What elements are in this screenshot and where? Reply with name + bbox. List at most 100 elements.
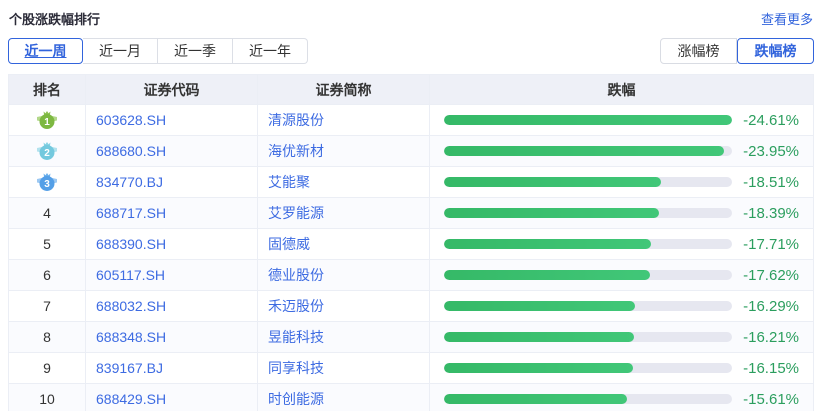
table-row: 6605117.SH德业股份 -17.62% — [9, 260, 814, 291]
change-bar-fill — [444, 208, 659, 218]
change-bar-track — [444, 208, 732, 218]
change-cell: -18.39% — [430, 198, 814, 229]
col-header-name: 证券简称 — [258, 75, 430, 105]
table-row: 10688429.SH时创能源 -15.61% — [9, 384, 814, 411]
change-cell: -17.62% — [430, 260, 814, 291]
stock-code-link[interactable]: 688429.SH — [86, 384, 258, 411]
stock-code-link[interactable]: 688348.SH — [86, 322, 258, 353]
change-percent: -16.15% — [732, 360, 799, 377]
stock-code-link[interactable]: 688717.SH — [86, 198, 258, 229]
rank-cell: 10 — [9, 384, 86, 411]
svg-text:3: 3 — [44, 179, 50, 190]
change-bar-fill — [444, 115, 732, 125]
change-percent: -24.61% — [732, 112, 799, 129]
stock-code-link[interactable]: 688032.SH — [86, 291, 258, 322]
rank-cell: 2 — [9, 136, 86, 167]
stock-code-link[interactable]: 605117.SH — [86, 260, 258, 291]
table-row: 4688717.SH艾罗能源-18.39% — [9, 198, 814, 229]
table-row: 3 834770.BJ艾能聚 -18.51% — [9, 167, 814, 198]
panel-header: 个股涨跌幅排行 查看更多 — [0, 0, 822, 28]
board-tab-0[interactable]: 涨幅榜 — [660, 38, 737, 64]
rank-cell: 3 — [9, 167, 86, 198]
ranking-table: 排名 证券代码 证券简称 跌幅 1603628.SH清源股份-24.61%268… — [8, 74, 814, 411]
stock-name-link[interactable]: 同享科技 — [258, 353, 430, 384]
period-tab-1[interactable]: 近一月 — [83, 38, 158, 64]
change-percent: -16.29% — [732, 298, 799, 315]
rank-cell: 7 — [9, 291, 86, 322]
change-cell: -17.71% — [430, 229, 814, 260]
change-bar-track — [444, 177, 732, 187]
change-percent: -17.71% — [732, 236, 799, 253]
change-bar-fill — [444, 394, 627, 404]
rank-cell: 1 — [9, 105, 86, 136]
change-bar-track — [444, 363, 732, 373]
change-bar-fill — [444, 177, 661, 187]
period-tab-0[interactable]: 近一周 — [8, 38, 83, 64]
period-tab-2[interactable]: 近一季 — [158, 38, 233, 64]
change-bar-fill — [444, 301, 635, 311]
col-header-code: 证券代码 — [86, 75, 258, 105]
change-bar-fill — [444, 270, 650, 280]
change-percent: -17.62% — [732, 267, 799, 284]
change-cell: -23.95% — [430, 136, 814, 167]
change-percent: -23.95% — [732, 143, 799, 160]
stock-code-link[interactable]: 688390.SH — [86, 229, 258, 260]
toolbar: 近一周近一月近一季近一年 涨幅榜跌幅榜 — [0, 38, 822, 64]
stock-name-link[interactable]: 艾罗能源 — [258, 198, 430, 229]
change-percent: -18.51% — [732, 174, 799, 191]
rank-cell: 9 — [9, 353, 86, 384]
view-more-link[interactable]: 查看更多 — [761, 9, 813, 28]
svg-text:1: 1 — [44, 117, 50, 128]
stock-name-link[interactable]: 艾能聚 — [258, 167, 430, 198]
change-bar-fill — [444, 332, 634, 342]
board-tab-1[interactable]: 跌幅榜 — [737, 38, 814, 64]
change-percent: -15.61% — [732, 391, 799, 408]
stock-name-link[interactable]: 固德威 — [258, 229, 430, 260]
change-bar-track — [444, 270, 732, 280]
change-cell: -15.61% — [430, 384, 814, 411]
period-tabs: 近一周近一月近一季近一年 — [8, 38, 308, 64]
stock-name-link[interactable]: 德业股份 — [258, 260, 430, 291]
stock-name-link[interactable]: 昱能科技 — [258, 322, 430, 353]
stock-code-link[interactable]: 688680.SH — [86, 136, 258, 167]
rank-medal-icon: 3 — [36, 172, 58, 192]
stock-code-link[interactable]: 839167.BJ — [86, 353, 258, 384]
table-row: 9839167.BJ同享科技 -16.15% — [9, 353, 814, 384]
change-bar-track — [444, 115, 732, 125]
change-bar-fill — [444, 239, 651, 249]
stock-name-link[interactable]: 清源股份 — [258, 105, 430, 136]
change-bar-track — [444, 239, 732, 249]
change-bar-track — [444, 332, 732, 342]
stock-ranking-panel: 个股涨跌幅排行 查看更多 近一周近一月近一季近一年 涨幅榜跌幅榜 排名 证券代码… — [0, 0, 822, 411]
stock-name-link[interactable]: 海优新材 — [258, 136, 430, 167]
stock-name-link[interactable]: 禾迈股份 — [258, 291, 430, 322]
table-row: 1 603628.SH清源股份 -24.61% — [9, 105, 814, 136]
rank-medal-icon: 1 — [36, 110, 58, 130]
rank-cell: 8 — [9, 322, 86, 353]
svg-text:2: 2 — [44, 148, 50, 159]
change-bar-track — [444, 301, 732, 311]
rank-cell: 5 — [9, 229, 86, 260]
change-cell: -18.51% — [430, 167, 814, 198]
table-row: 2 688680.SH海优新材 -23.95% — [9, 136, 814, 167]
change-cell: -16.29% — [430, 291, 814, 322]
stock-code-link[interactable]: 603628.SH — [86, 105, 258, 136]
rank-medal-icon: 2 — [36, 141, 58, 161]
table-row: 7688032.SH禾迈股份 -16.29% — [9, 291, 814, 322]
change-cell: -16.21% — [430, 322, 814, 353]
table-row: 8688348.SH昱能科技-16.21% — [9, 322, 814, 353]
change-bar-track — [444, 394, 732, 404]
page-title: 个股涨跌幅排行 — [9, 9, 100, 28]
change-cell: -16.15% — [430, 353, 814, 384]
change-cell: -24.61% — [430, 105, 814, 136]
table-header-row: 排名 证券代码 证券简称 跌幅 — [9, 75, 814, 105]
stock-code-link[interactable]: 834770.BJ — [86, 167, 258, 198]
change-bar-track — [444, 146, 732, 156]
period-tab-3[interactable]: 近一年 — [233, 38, 308, 64]
table-row: 5688390.SH固德威 -17.71% — [9, 229, 814, 260]
rank-cell: 6 — [9, 260, 86, 291]
change-percent: -18.39% — [732, 205, 799, 222]
col-header-change: 跌幅 — [430, 75, 814, 105]
col-header-rank: 排名 — [9, 75, 86, 105]
stock-name-link[interactable]: 时创能源 — [258, 384, 430, 411]
